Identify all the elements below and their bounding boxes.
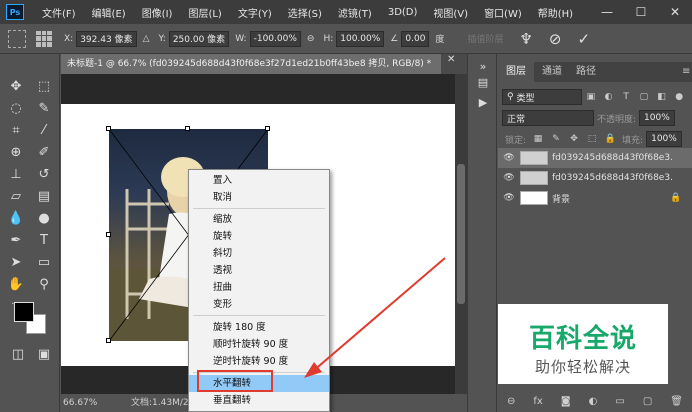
layer-thumbnail bbox=[520, 191, 548, 205]
fx-icon[interactable]: fx bbox=[533, 396, 542, 407]
lock-image-icon[interactable]: ✎ bbox=[550, 133, 562, 145]
lock-label: 锁定: bbox=[505, 135, 527, 146]
layer-lock-icon: 🔒 bbox=[670, 193, 682, 203]
filter-kind-select[interactable]: ⚲ 类型 bbox=[502, 89, 582, 105]
new-layer-icon[interactable]: ▢ bbox=[643, 396, 652, 407]
layer-row[interactable]: 👁 背景 🔒 bbox=[498, 188, 692, 208]
opacity-label: 不透明度: bbox=[597, 114, 637, 125]
lock-position-icon[interactable]: ✥ bbox=[568, 133, 580, 145]
new-group-icon[interactable]: ▭ bbox=[615, 396, 624, 407]
collapse-panels-icon[interactable]: » bbox=[475, 58, 491, 74]
tab-channels[interactable]: 通道 bbox=[534, 62, 570, 82]
lock-row: 锁定: ▦ ✎ ✥ ⬚ 🔒 填充: 100% bbox=[502, 130, 688, 148]
layers-panel-footer: ⊖ fx ◙ ◐ ▭ ▢ 🗑 bbox=[498, 390, 692, 412]
tab-paths[interactable]: 路径 bbox=[568, 62, 604, 82]
layer-thumbnail bbox=[520, 151, 548, 165]
actions-panel-icon[interactable]: ▶ bbox=[475, 94, 491, 110]
filter-toggle-icon[interactable]: ● bbox=[673, 91, 685, 103]
layer-thumbnail bbox=[520, 171, 548, 185]
watermark: 百科全说 助你轻松解决 bbox=[498, 304, 668, 384]
filter-type-icon[interactable]: T bbox=[620, 91, 632, 103]
layer-name: 背景 bbox=[552, 194, 571, 205]
filter-kind-label: 类型 bbox=[516, 93, 535, 104]
delete-layer-icon[interactable]: 🗑 bbox=[670, 396, 683, 407]
panel-menu-icon[interactable]: ≡ bbox=[674, 62, 692, 82]
filter-adjust-icon[interactable]: ◐ bbox=[603, 91, 615, 103]
layer-name: fd039245d688d43f0f68e3... bbox=[552, 153, 672, 163]
layer-name: fd039245d688d43f0f68e3... bbox=[552, 173, 672, 183]
lock-transparent-icon[interactable]: ▦ bbox=[532, 133, 544, 145]
lock-artboard-icon[interactable]: ⬚ bbox=[586, 133, 598, 145]
lock-all-icon[interactable]: 🔒 bbox=[604, 133, 616, 145]
watermark-title: 百科全说 bbox=[528, 324, 637, 354]
panel-tabs: 图层 通道 路径 ≡ bbox=[498, 62, 692, 82]
fill-label: 填充: bbox=[622, 135, 644, 146]
link-layers-icon[interactable]: ⊖ bbox=[507, 396, 515, 407]
panel-dock-strip: » ▤ ▶ bbox=[467, 54, 497, 412]
search-icon: ⚲ bbox=[507, 92, 517, 102]
add-mask-icon[interactable]: ◙ bbox=[561, 396, 571, 407]
blend-mode-select[interactable]: 正常 bbox=[502, 110, 594, 126]
visibility-eye-icon[interactable]: 👁 bbox=[498, 173, 520, 183]
history-panel-icon[interactable]: ▤ bbox=[475, 74, 491, 90]
adjustment-layer-icon[interactable]: ◐ bbox=[589, 396, 598, 407]
filter-shape-icon[interactable]: ▢ bbox=[638, 91, 650, 103]
layer-filter-row: ⚲ 类型 ▣ ◐ T ▢ ◧ ● bbox=[502, 88, 688, 106]
filter-pixel-icon[interactable]: ▣ bbox=[585, 91, 597, 103]
fill-field[interactable]: 100% bbox=[646, 131, 683, 147]
visibility-eye-icon[interactable]: 👁 bbox=[498, 193, 520, 203]
tab-layers[interactable]: 图层 bbox=[498, 62, 534, 82]
layer-row[interactable]: 👁 fd039245d688d43f0f68e3... bbox=[498, 168, 692, 188]
opacity-field[interactable]: 100% bbox=[639, 110, 676, 126]
filter-smart-icon[interactable]: ◧ bbox=[656, 91, 668, 103]
watermark-subtitle: 助你轻松解决 bbox=[534, 358, 631, 376]
blend-row: 正常 不透明度: 100% bbox=[502, 109, 688, 127]
visibility-eye-icon[interactable]: 👁 bbox=[498, 153, 520, 163]
layer-row[interactable]: 👁 fd039245d688d43f0f68e3... bbox=[498, 148, 692, 168]
